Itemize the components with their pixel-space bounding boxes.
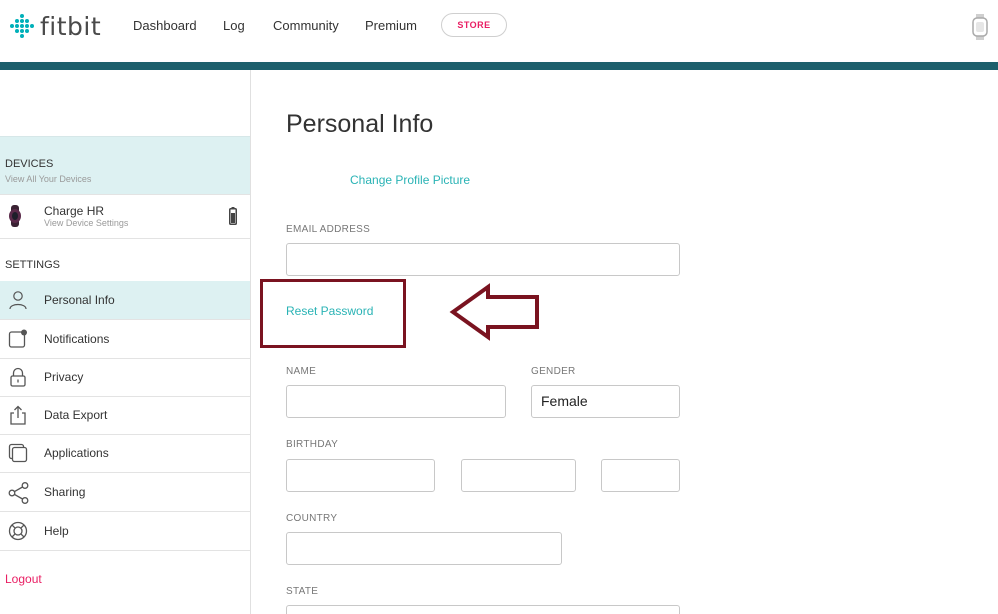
person-icon xyxy=(9,291,27,310)
email-field[interactable] xyxy=(286,243,680,276)
logout-link[interactable]: Logout xyxy=(5,572,42,586)
state-select[interactable] xyxy=(286,605,680,614)
page-title: Personal Info xyxy=(286,110,434,138)
sidebar-item-personal-info[interactable]: Personal Info xyxy=(0,281,250,320)
tracker-band-icon xyxy=(9,205,21,227)
nav-community[interactable]: Community xyxy=(273,18,339,33)
brand-name: fitbit xyxy=(40,11,102,41)
settings-sidebar: DEVICES View All Your Devices Charge HR … xyxy=(0,70,251,614)
gender-label: GENDER xyxy=(531,366,576,377)
sidebar-item-label: Privacy xyxy=(44,370,84,384)
profile-area xyxy=(0,70,250,136)
settings-heading: SETTINGS xyxy=(5,259,61,271)
header-accent-bar xyxy=(0,62,998,70)
share-icon xyxy=(8,482,29,504)
sidebar-item-label: Data Export xyxy=(44,408,108,422)
email-label: EMAIL ADDRESS xyxy=(286,224,371,235)
state-label: STATE xyxy=(286,586,319,597)
sidebar-item-label: Personal Info xyxy=(44,293,115,307)
devices-title: DEVICES xyxy=(5,158,54,170)
device-subtitle: View Device Settings xyxy=(44,218,129,228)
sidebar-item-label: Notifications xyxy=(44,332,110,346)
birthday-month-field[interactable] xyxy=(286,459,435,492)
battery-icon xyxy=(229,207,237,225)
birthday-day-field[interactable] xyxy=(461,459,576,492)
nav-log[interactable]: Log xyxy=(223,18,245,33)
store-button[interactable]: STORE xyxy=(441,13,507,37)
name-label: NAME xyxy=(286,366,317,377)
notification-icon xyxy=(8,329,27,348)
country-label: COUNTRY xyxy=(286,513,338,524)
birthday-year-field[interactable] xyxy=(601,459,680,492)
sidebar-item-help[interactable]: Help xyxy=(0,512,250,551)
sidebar-item-label: Sharing xyxy=(44,485,86,499)
nav-dashboard[interactable]: Dashboard xyxy=(133,18,197,33)
birthday-label: BIRTHDAY xyxy=(286,439,339,450)
devices-subtitle: View All Your Devices xyxy=(5,174,92,184)
name-field[interactable] xyxy=(286,385,506,418)
devices-section[interactable]: DEVICES View All Your Devices xyxy=(0,136,250,195)
device-charge-hr[interactable]: Charge HR View Device Settings xyxy=(0,194,250,239)
sidebar-item-sharing[interactable]: Sharing xyxy=(0,473,250,512)
country-select[interactable] xyxy=(286,532,562,565)
sidebar-item-label: Applications xyxy=(44,446,109,460)
gender-select[interactable]: Female xyxy=(531,385,680,418)
change-profile-picture-link[interactable]: Change Profile Picture xyxy=(350,173,470,187)
fitbit-logo-icon xyxy=(10,14,34,38)
export-icon xyxy=(10,405,26,425)
annotation-arrow-icon xyxy=(449,283,539,341)
sidebar-item-applications[interactable]: Applications xyxy=(0,434,250,473)
help-icon xyxy=(8,521,28,541)
watch-icon[interactable] xyxy=(971,14,989,40)
annotation-highlight-box xyxy=(260,279,406,348)
applications-icon xyxy=(8,443,28,463)
sidebar-item-label: Help xyxy=(44,524,69,538)
fitbit-logo[interactable]: fitbit xyxy=(10,10,101,42)
nav-premium[interactable]: Premium xyxy=(365,18,417,33)
lock-icon xyxy=(10,367,26,387)
top-navigation: fitbit Dashboard Log Community Premium S… xyxy=(0,0,998,62)
sidebar-item-privacy[interactable]: Privacy xyxy=(0,358,250,397)
sidebar-item-data-export[interactable]: Data Export xyxy=(0,396,250,435)
sidebar-item-notifications[interactable]: Notifications xyxy=(0,320,250,359)
device-name: Charge HR xyxy=(44,204,105,218)
